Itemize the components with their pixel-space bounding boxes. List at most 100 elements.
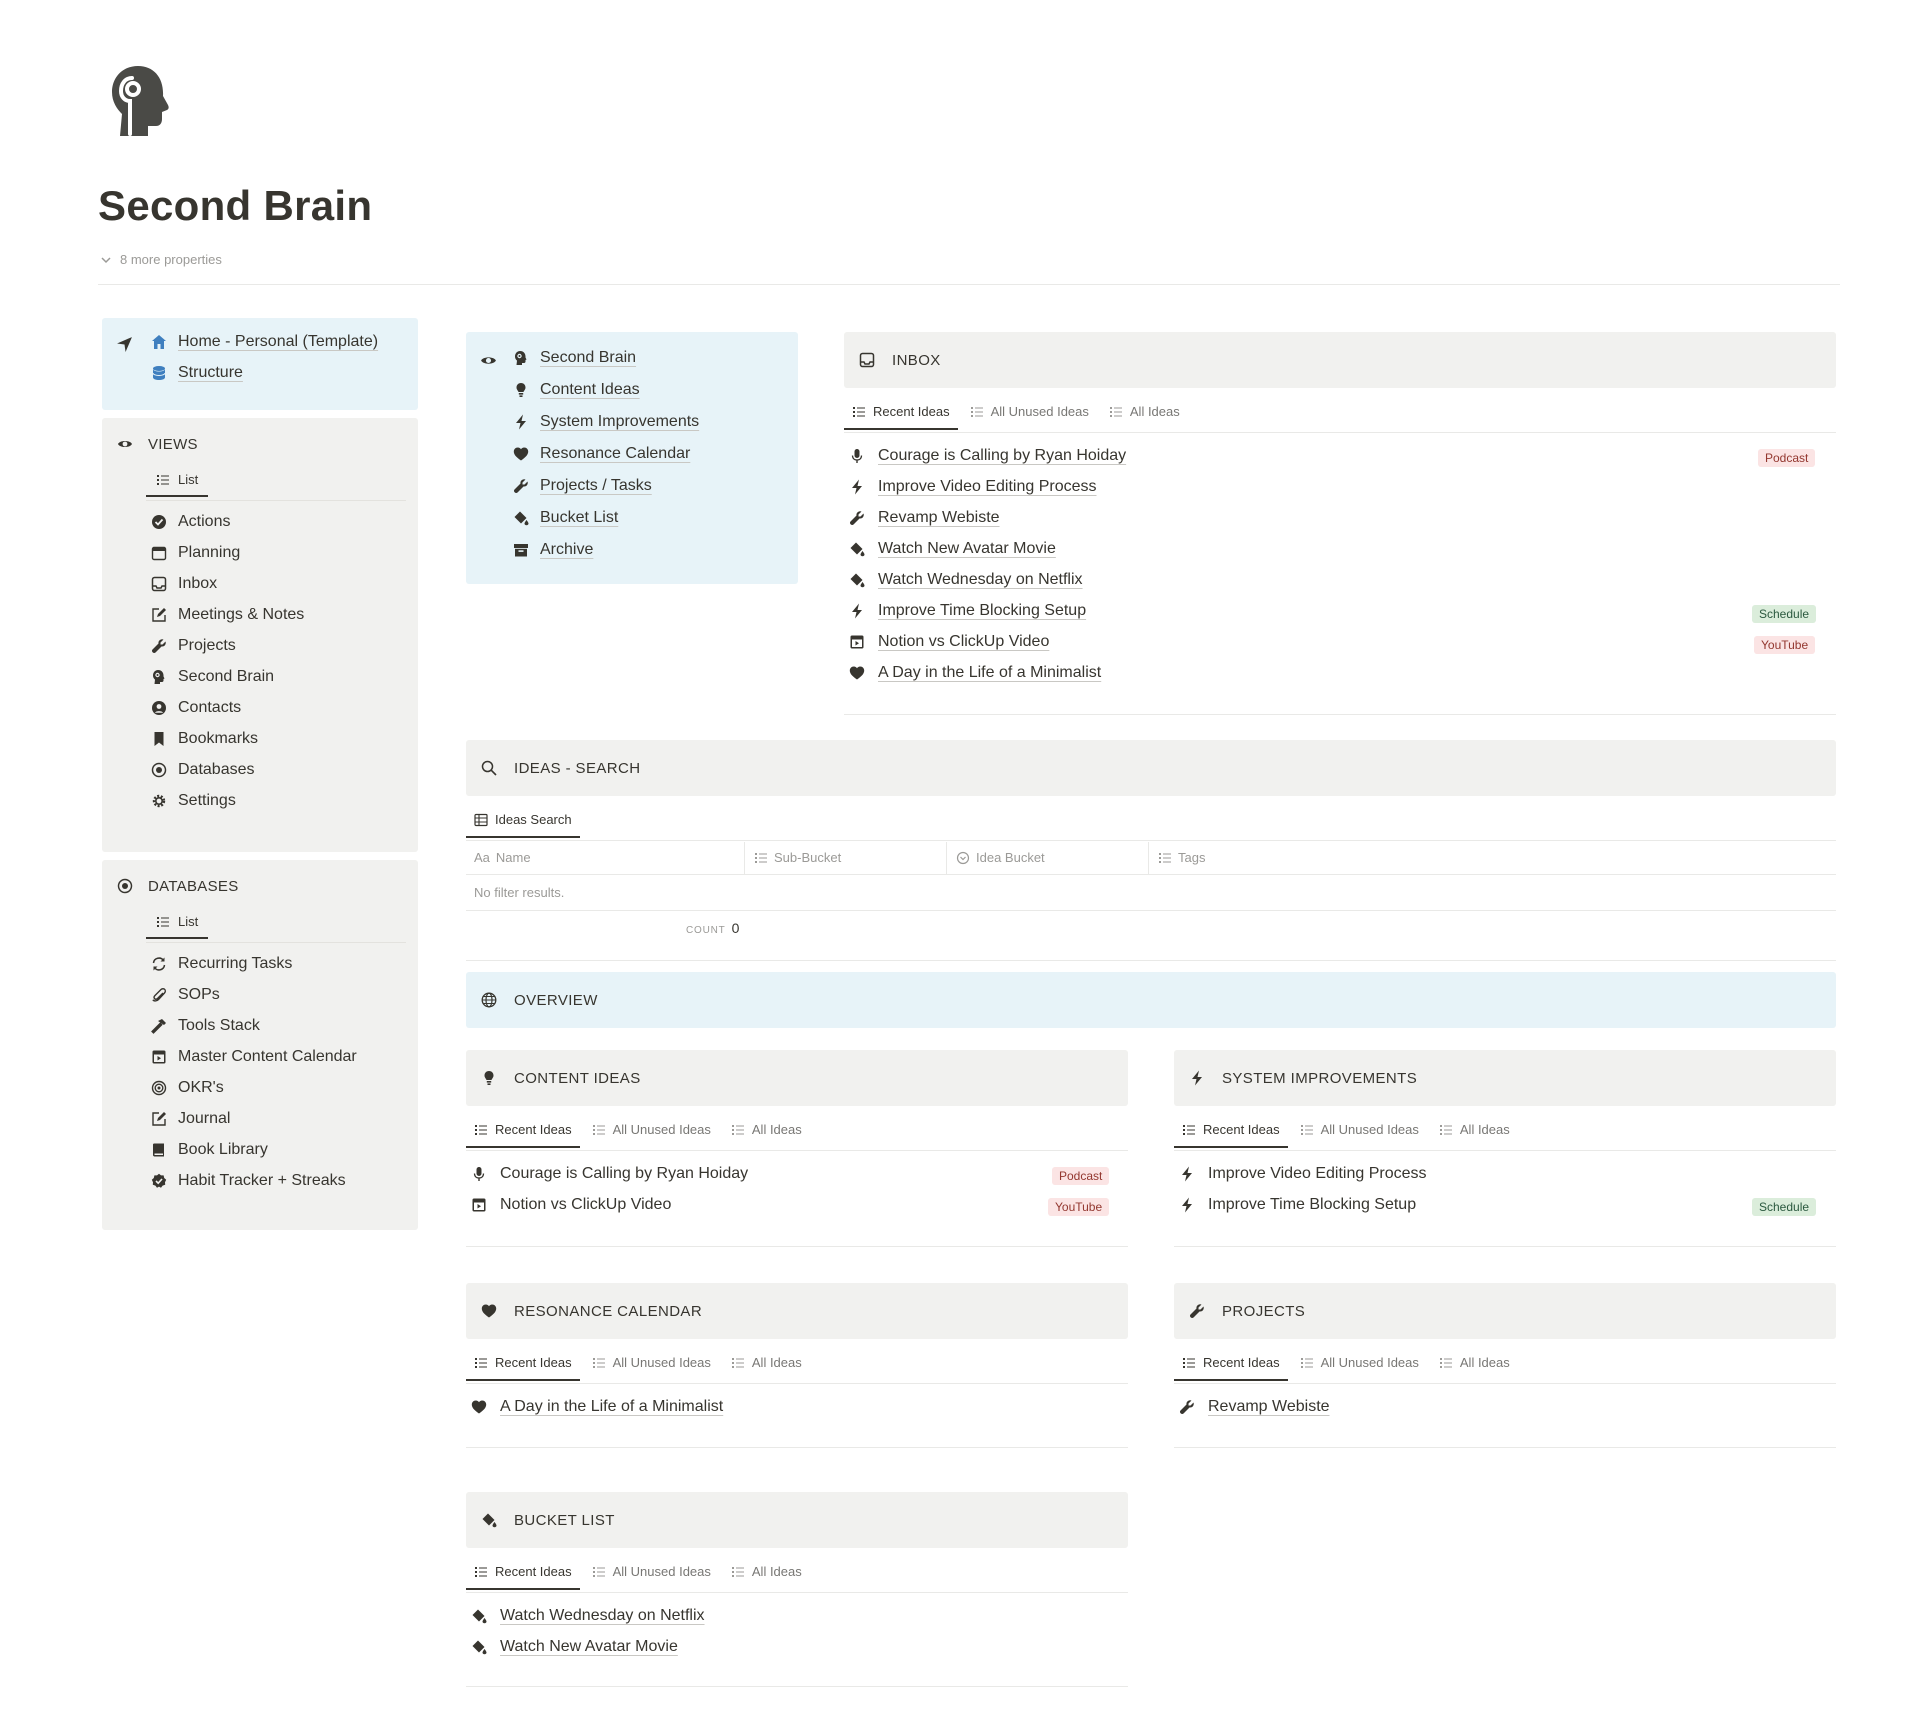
heart-icon [480,1302,498,1320]
target-icon [150,761,168,779]
tab-all-unused-ideas[interactable]: All Unused Ideas [1292,1122,1427,1148]
divider [98,284,1840,285]
tab-all-ideas[interactable]: All Ideas [723,1122,810,1148]
views-item-second-brain[interactable]: Second Brain [150,668,274,686]
column-header-tags[interactable]: Tags [1158,850,1205,865]
databases-item-book-library[interactable]: Book Library [150,1141,268,1159]
views-item-contacts[interactable]: Contacts [150,699,241,717]
inbox-item[interactable]: Courage is Calling by Ryan Hoiday [848,447,1126,465]
nav-item-home[interactable]: Home - Personal (Template) [150,333,378,351]
heart-icon [470,1398,488,1416]
tab-all-ideas[interactable]: All Ideas [1101,404,1188,430]
more-properties-toggle[interactable]: 8 more properties [100,252,222,267]
tab-recent-ideas[interactable]: Recent Ideas [466,1355,580,1381]
tab-recent-ideas[interactable]: Recent Ideas [1174,1122,1288,1148]
heart-icon [512,445,530,463]
nav-system-improvements[interactable]: System Improvements [512,413,699,431]
tab-all-ideas[interactable]: All Ideas [723,1355,810,1381]
nav-bucket-list[interactable]: Bucket List [512,509,618,527]
tab-all-unused-ideas[interactable]: All Unused Ideas [584,1355,719,1381]
tab-recent-ideas[interactable]: Recent Ideas [844,404,958,430]
tab-all-unused-ideas[interactable]: All Unused Ideas [962,404,1097,430]
tab-all-unused-ideas[interactable]: All Unused Ideas [584,1122,719,1148]
ideas-search-tabs: Ideas Search [466,812,584,838]
content-ideas-tabs: Recent Ideas All Unused Ideas All Ideas [466,1122,814,1148]
paint-bucket-icon [480,1511,498,1529]
count-readout[interactable]: COUNT 0 [686,920,739,936]
page-brain-head-icon[interactable] [108,64,172,140]
nav-item-structure[interactable]: Structure [150,364,243,382]
nav-callout: Home - Personal (Template) Structure [102,318,418,410]
views-item-meetings-notes[interactable]: Meetings & Notes [150,606,304,624]
wrench-icon [512,477,530,495]
databases-list-tab[interactable]: List [146,914,209,939]
column-header-name[interactable]: Aa Name [474,850,531,865]
databases-item-habit-tracker[interactable]: Habit Tracker + Streaks [150,1172,346,1190]
tab-recent-ideas[interactable]: Recent Ideas [466,1122,580,1148]
tab-all-ideas[interactable]: All Ideas [1431,1355,1518,1381]
views-list-tab[interactable]: List [146,472,209,497]
divider [1174,1447,1836,1448]
nav-projects-tasks[interactable]: Projects / Tasks [512,477,652,495]
eye-icon [480,352,497,369]
nav-content-ideas[interactable]: Content Ideas [512,381,640,399]
tag-schedule: Schedule [1752,605,1817,623]
tab-all-ideas[interactable]: All Ideas [723,1564,810,1590]
resonance-item[interactable]: A Day in the Life of a Minimalist [470,1398,723,1416]
system-improvement-item[interactable]: Improve Time Blocking Setup [1178,1196,1416,1214]
tab-recent-ideas[interactable]: Recent Ideas [466,1564,580,1590]
bookmark-icon [150,730,168,748]
select-icon [956,851,970,865]
databases-item-tools-stack[interactable]: Tools Stack [150,1017,260,1035]
inbox-item[interactable]: Watch New Avatar Movie [848,540,1056,558]
paint-bucket-icon [848,571,866,589]
views-item-bookmarks[interactable]: Bookmarks [150,730,258,748]
databases-item-sops[interactable]: SOPs [150,986,220,1004]
views-item-settings[interactable]: Settings [150,792,236,810]
views-item-projects[interactable]: Projects [150,637,236,655]
nav-resonance-calendar[interactable]: Resonance Calendar [512,445,690,463]
nav-archive[interactable]: Archive [512,541,593,559]
databases-item-recurring-tasks[interactable]: Recurring Tasks [150,955,292,973]
views-item-inbox[interactable]: Inbox [150,575,217,593]
views-item-actions[interactable]: Actions [150,513,230,531]
overview-heading: OVERVIEW [514,991,598,1009]
databases-item-journal[interactable]: Journal [150,1110,230,1128]
column-header-idea-bucket[interactable]: Idea Bucket [956,850,1045,865]
nav-item-label: Home - Personal (Template) [178,333,379,350]
inbox-item[interactable]: Watch Wednesday on Netflix [848,571,1083,589]
divider [146,500,406,501]
databases-item-master-content-calendar[interactable]: Master Content Calendar [150,1048,357,1066]
tab-all-unused-ideas[interactable]: All Unused Ideas [584,1564,719,1590]
inbox-item[interactable]: Improve Time Blocking Setup [848,602,1086,620]
bucket-list-item[interactable]: Watch Wednesday on Netflix [470,1607,705,1625]
wrench-icon [1178,1398,1196,1416]
page-title[interactable]: Second Brain [98,182,372,230]
tab-all-ideas[interactable]: All Ideas [1431,1122,1518,1148]
views-heading: VIEWS [116,435,198,453]
inbox-item[interactable]: A Day in the Life of a Minimalist [848,664,1101,682]
tab-recent-ideas[interactable]: Recent Ideas [1174,1355,1288,1381]
views-item-planning[interactable]: Planning [150,544,240,562]
inbox-item[interactable]: Revamp Webiste [848,509,1000,527]
tab-ideas-search[interactable]: Ideas Search [466,812,580,838]
system-improvement-item[interactable]: Improve Video Editing Process [1178,1165,1426,1183]
target-icon [116,877,134,895]
bucket-list-item[interactable]: Watch New Avatar Movie [470,1638,678,1656]
lightbulb-icon [480,1069,498,1087]
second-brain-nav-callout: Second Brain Content Ideas System Improv… [466,332,798,584]
tab-all-unused-ideas[interactable]: All Unused Ideas [1292,1355,1427,1381]
inbox-item[interactable]: Notion vs ClickUp Video [848,633,1049,651]
list-icon [1439,1356,1453,1370]
hammer-icon [150,1017,168,1035]
content-idea-item[interactable]: Notion vs ClickUp Video [470,1196,671,1214]
edit-note-icon [150,606,168,624]
inbox-item[interactable]: Improve Video Editing Process [848,478,1096,496]
databases-item-okrs[interactable]: OKR's [150,1079,224,1097]
views-item-databases[interactable]: Databases [150,761,255,779]
column-header-sub-bucket[interactable]: Sub-Bucket [754,850,841,865]
project-item[interactable]: Revamp Webiste [1178,1398,1330,1416]
content-idea-item[interactable]: Courage is Calling by Ryan Hoiday [470,1165,748,1183]
tag-podcast: Podcast [1758,449,1816,467]
nav-second-brain[interactable]: Second Brain [512,349,636,367]
